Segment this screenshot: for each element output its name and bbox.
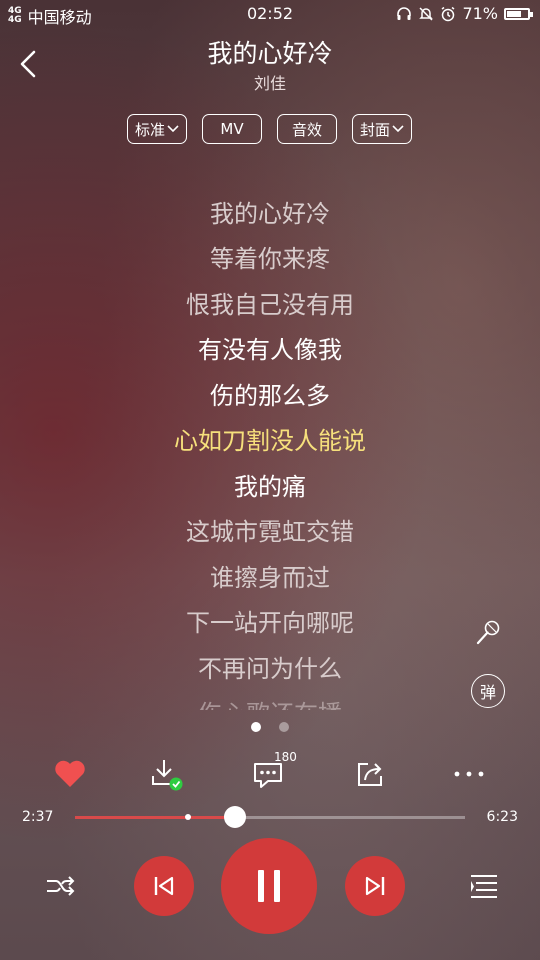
danmaku-label: 弹: [479, 683, 496, 702]
page-dot[interactable]: [279, 722, 289, 732]
lyric-line: 我的痛: [234, 473, 306, 501]
song-title: 我的心好冷: [207, 39, 333, 68]
mv-button[interactable]: MV: [202, 114, 262, 144]
lyric-line: 不再问为什么: [198, 655, 342, 683]
shuffle-button[interactable]: [40, 868, 80, 904]
lyric-line: 谁擦身而过: [210, 564, 330, 592]
battery-percent: 71%: [462, 4, 498, 23]
karaoke-button[interactable]: [471, 616, 505, 650]
headphones-icon: [397, 6, 412, 20]
alarm-icon: [441, 6, 455, 21]
share-button[interactable]: [348, 752, 392, 796]
microphone-icon: [476, 620, 500, 645]
elapsed-time: 2:37: [22, 809, 54, 825]
status-bar: 4G 4G 中国移动 02:52 71%: [0, 0, 540, 30]
like-button[interactable]: [48, 752, 92, 796]
seek-thumb[interactable]: [223, 806, 246, 828]
heart-icon: [55, 760, 85, 787]
next-icon: [365, 876, 385, 896]
next-button[interactable]: [345, 856, 405, 916]
quality-label: 标准: [134, 120, 165, 139]
download-icon: [152, 760, 183, 791]
lyric-line: 伤的那么多: [210, 382, 330, 410]
lyric-line: 恨我自己没有用: [186, 291, 354, 319]
lyric-line: 这城市霓虹交错: [186, 518, 354, 546]
download-button[interactable]: [144, 752, 188, 796]
artist-name[interactable]: 刘佳: [0, 70, 540, 94]
page-dot[interactable]: [251, 722, 261, 732]
action-bar: 180: [0, 750, 540, 796]
cover-dropdown[interactable]: 封面: [352, 114, 412, 144]
lyric-line: 等着你来疼: [210, 245, 330, 273]
chevron-down-icon: [167, 125, 179, 133]
lyric-line: 有没有人像我: [198, 336, 342, 364]
share-icon: [358, 763, 382, 786]
previous-icon: [154, 876, 174, 896]
lyric-line-current: 心如刀割没人能说: [174, 427, 366, 455]
more-icon: [454, 771, 484, 777]
sound-effect-button[interactable]: 音效: [277, 114, 337, 144]
danmaku-button[interactable]: 弹: [471, 674, 505, 708]
comment-count: 180: [274, 750, 297, 764]
total-time: 6:23: [486, 809, 518, 825]
page-indicator: [0, 722, 540, 732]
bell-off-icon: [419, 6, 434, 21]
previous-button[interactable]: [134, 856, 194, 916]
battery-icon: [504, 7, 533, 20]
sound-effect-label: 音效: [291, 120, 322, 139]
playback-controls: [0, 838, 540, 934]
lyric-line: 下一站开向哪呢: [186, 609, 354, 637]
more-button[interactable]: [447, 752, 491, 796]
seek-track[interactable]: [75, 806, 465, 828]
pause-icon: [258, 870, 280, 902]
shuffle-icon: [47, 876, 75, 896]
cover-label: 封面: [359, 120, 390, 139]
played-track: [75, 816, 235, 819]
playlist-icon: [471, 875, 497, 898]
comment-button[interactable]: 180: [246, 750, 297, 796]
quality-dropdown[interactable]: 标准: [127, 114, 187, 144]
playlist-button[interactable]: [462, 868, 506, 904]
progress-bar: 2:37 6:23: [0, 805, 540, 831]
lyrics-panel[interactable]: 我的心好冷 等着你来疼 恨我自己没有用 有没有人像我 伤的那么多 心如刀割没人能…: [0, 190, 540, 710]
pause-button[interactable]: [221, 838, 317, 934]
chevron-down-icon: [392, 125, 404, 133]
lyric-line: 伤心歌还在播: [0, 694, 540, 710]
buffer-marker: [185, 814, 192, 820]
mv-label: MV: [220, 120, 244, 138]
lyric-line: 我的心好冷: [210, 200, 330, 228]
